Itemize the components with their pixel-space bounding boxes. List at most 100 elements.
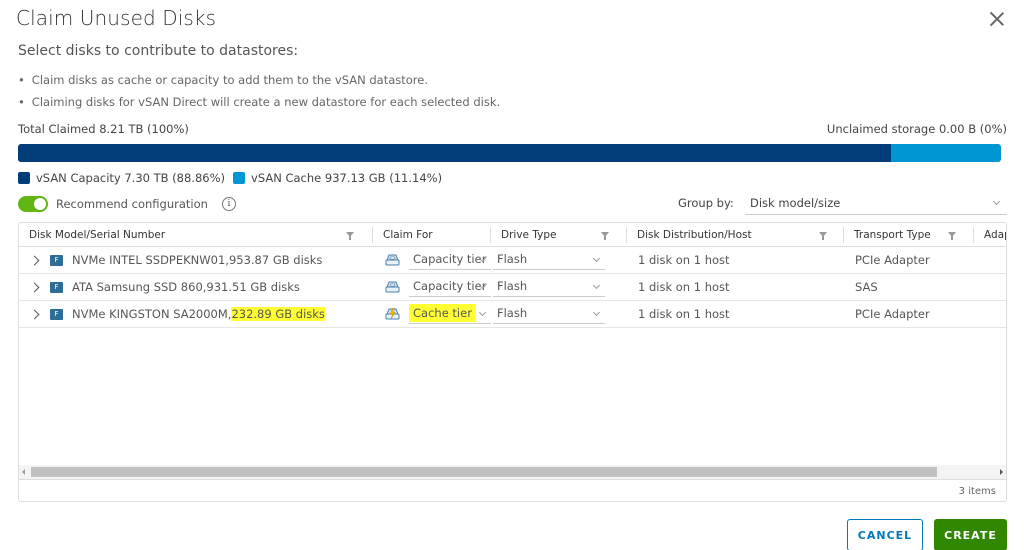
disk-size: 953.87 GB disks — [228, 253, 323, 267]
bullet-item: Claim disks as cache or capacity to add … — [18, 72, 500, 94]
col-transport[interactable]: Transport Type — [844, 223, 974, 247]
legend-capacity: vSAN Capacity 7.30 TB (88.86%) — [18, 171, 225, 185]
recommend-label: Recommend configuration — [56, 197, 208, 211]
recommend-toggle[interactable] — [18, 196, 48, 212]
cell-disk-model: F NVMe KINGSTON SA2000M, 232.89 GB disks — [19, 301, 373, 328]
disk-model: ATA Samsung SSD 860, — [72, 280, 207, 294]
horizontal-scrollbar[interactable] — [19, 465, 1006, 479]
disk-size: 232.89 GB disks — [231, 307, 325, 321]
filter-icon[interactable] — [948, 232, 956, 240]
cell-distribution: 1 disk on 1 host — [627, 274, 844, 301]
cell-claim-for: Cache tier — [373, 301, 491, 328]
grid-header: Disk Model/Serial Number Claim For Drive… — [19, 223, 1006, 247]
claim-for-value: Cache tier — [409, 304, 476, 322]
cell-disk-model: F ATA Samsung SSD 860, 931.51 GB disks — [19, 274, 373, 301]
cell-transport: SAS — [844, 274, 974, 301]
table-row: F ATA Samsung SSD 860, 931.51 GB disks C… — [19, 274, 1006, 301]
transport-value: SAS — [855, 280, 878, 294]
flash-drive-icon: F — [50, 281, 63, 293]
col-drive-type[interactable]: Drive Type — [491, 223, 627, 247]
cache-segment — [891, 144, 1001, 162]
capacity-disk-icon — [385, 254, 400, 266]
cell-transport: PCIe Adapter — [844, 247, 974, 274]
close-icon[interactable] — [988, 10, 1006, 28]
unclaimed-storage: Unclaimed storage 0.00 B (0%) — [826, 122, 1007, 136]
expand-chevron-icon[interactable] — [29, 255, 40, 265]
cache-swatch — [233, 172, 246, 184]
cell-transport: PCIe Adapter — [844, 301, 974, 328]
legend-capacity-label: vSAN Capacity 7.30 TB (88.86%) — [36, 171, 226, 185]
cell-drive-type: Flash — [491, 301, 627, 328]
chevron-down-icon — [478, 308, 487, 317]
chevron-down-icon — [992, 197, 1001, 206]
drive-type-select[interactable]: Flash — [493, 304, 605, 324]
col-disk-model[interactable]: Disk Model/Serial Number — [19, 223, 373, 247]
dialog-title: Claim Unused Disks — [16, 6, 217, 30]
drive-type-select[interactable]: Flash — [493, 277, 605, 297]
distribution-value: 1 disk on 1 host — [638, 280, 730, 294]
dialog-subtitle: Select disks to contribute to datastores… — [18, 43, 299, 59]
flash-drive-icon: F — [50, 308, 63, 320]
total-claimed: Total Claimed 8.21 TB (100%) — [18, 122, 189, 136]
cell-drive-type: Flash — [491, 274, 627, 301]
cell-claim-for: Capacity tier — [373, 274, 491, 301]
col-label: Drive Type — [501, 229, 557, 241]
disk-size: 931.51 GB disks — [206, 280, 300, 294]
col-label: Disk Model/Serial Number — [29, 229, 166, 241]
filter-icon[interactable] — [601, 232, 609, 240]
group-by-value: Disk model/size — [750, 196, 841, 210]
claim-for-value: Capacity tier — [413, 279, 487, 293]
cell-distribution: 1 disk on 1 host — [627, 247, 844, 274]
col-adapter[interactable]: Adap — [974, 223, 1006, 247]
storage-legend: vSAN Capacity 7.30 TB (88.86%) vSAN Cach… — [18, 171, 450, 185]
flash-drive-icon: F — [50, 254, 63, 266]
filter-icon[interactable] — [819, 232, 827, 240]
col-claim-for[interactable]: Claim For — [373, 223, 491, 247]
claim-for-value: Capacity tier — [413, 252, 487, 266]
claim-for-select[interactable]: Capacity tier — [409, 277, 491, 297]
storage-bar — [18, 144, 1001, 162]
cell-drive-type: Flash — [491, 247, 627, 274]
group-by-select[interactable]: Disk model/size — [745, 193, 1007, 215]
distribution-value: 1 disk on 1 host — [638, 307, 730, 321]
info-bullets: Claim disks as cache or capacity to add … — [18, 72, 500, 116]
drive-type-value: Flash — [497, 306, 528, 320]
drive-type-value: Flash — [497, 279, 528, 293]
claim-for-select[interactable]: Cache tier — [409, 304, 491, 324]
chevron-down-icon — [592, 281, 601, 290]
col-label: Claim For — [383, 229, 433, 241]
table-row: F NVMe INTEL SSDPEKNW01, 953.87 GB disks… — [19, 247, 1006, 274]
capacity-disk-icon — [385, 281, 400, 293]
distribution-value: 1 disk on 1 host — [638, 253, 730, 267]
create-button[interactable]: CREATE — [934, 519, 1007, 550]
disks-grid: Disk Model/Serial Number Claim For Drive… — [18, 222, 1007, 502]
col-distribution[interactable]: Disk Distribution/Host — [627, 223, 844, 247]
recommend-row: Recommend configuration i — [18, 196, 236, 212]
expand-chevron-icon[interactable] — [29, 282, 40, 292]
capacity-swatch — [18, 172, 30, 184]
claim-for-select[interactable]: Capacity tier — [409, 250, 491, 270]
chevron-down-icon — [592, 254, 601, 263]
scroll-left-icon[interactable] — [22, 469, 25, 475]
transport-value: PCIe Adapter — [855, 253, 930, 267]
cancel-button[interactable]: CANCEL — [847, 519, 923, 550]
disk-model: NVMe INTEL SSDPEKNW01, — [72, 253, 229, 267]
capacity-segment — [18, 144, 892, 162]
scroll-right-icon[interactable] — [1000, 469, 1003, 475]
expand-chevron-icon[interactable] — [29, 309, 40, 319]
disk-model: NVMe KINGSTON SA2000M, — [72, 307, 232, 321]
bullet-item: Claiming disks for vSAN Direct will crea… — [18, 94, 500, 116]
drive-type-select[interactable]: Flash — [493, 250, 605, 270]
scrollbar-thumb[interactable] — [31, 467, 937, 477]
cell-claim-for: Capacity tier — [373, 247, 491, 274]
col-label: Disk Distribution/Host — [637, 229, 752, 241]
info-icon[interactable]: i — [221, 197, 236, 211]
cache-disk-icon — [385, 307, 400, 320]
chevron-down-icon — [592, 308, 601, 317]
transport-value: PCIe Adapter — [855, 307, 930, 321]
group-by-label: Group by: — [678, 196, 734, 210]
table-row: F NVMe KINGSTON SA2000M, 232.89 GB disks… — [19, 301, 1006, 328]
grid-footer-count: 3 items — [19, 479, 1006, 501]
filter-icon[interactable] — [346, 232, 354, 240]
cell-distribution: 1 disk on 1 host — [627, 301, 844, 328]
